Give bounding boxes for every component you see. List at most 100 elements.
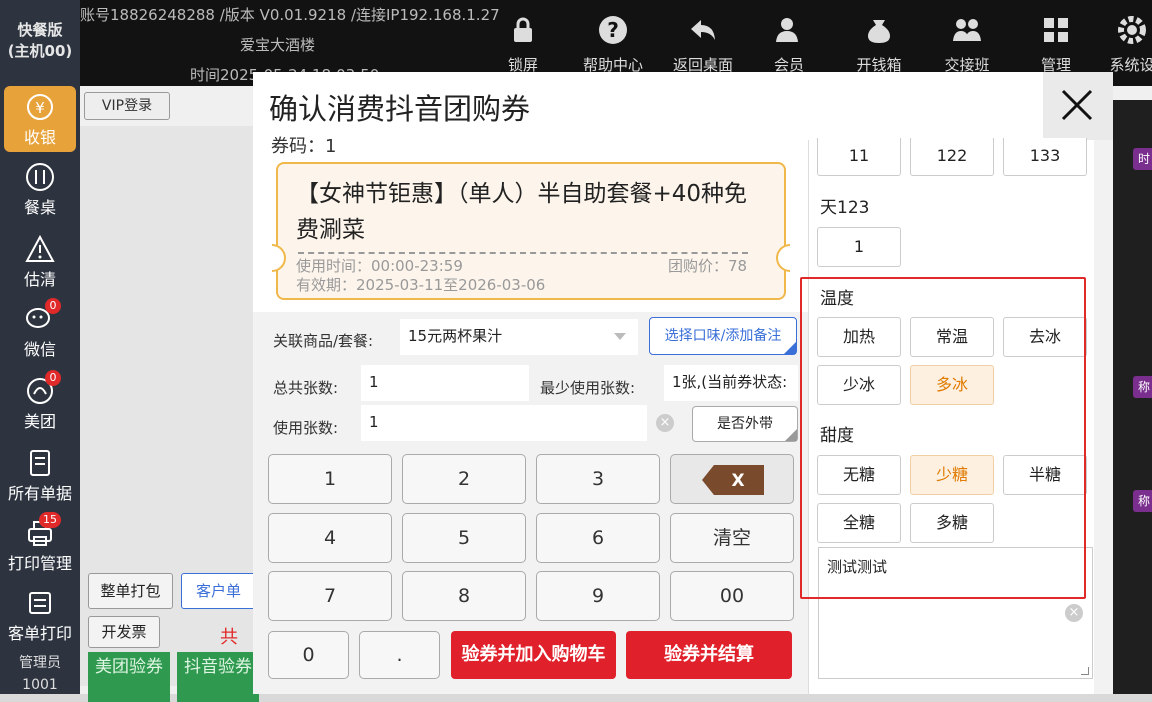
receipt-printer-icon [25,588,55,618]
sidebar-item-soldout[interactable]: 估清 [0,234,80,300]
verify-checkout-button[interactable]: 验券并结算 [626,631,792,679]
option-133[interactable]: 133 [1003,138,1087,176]
sidebar-item-meituan[interactable]: 0 美团 [0,370,80,442]
help-icon: ? [597,14,629,46]
sidebar-item-label: 美团 [23,412,56,431]
linked-product-select[interactable]: 15元两杯果汁 [400,319,638,355]
options-scroll-gutter[interactable] [1094,140,1113,694]
key-6[interactable]: 6 [536,513,660,563]
vip-login-button[interactable]: VIP登录 [84,92,170,120]
key-7[interactable]: 7 [268,571,392,621]
back-desktop-button[interactable]: 返回桌面 [660,14,746,75]
manage-button[interactable]: 管理 [1013,14,1099,75]
svg-text:?: ? [607,18,619,42]
clear-key[interactable]: 清空 [670,513,794,563]
yen-icon: ¥ [25,92,55,122]
sidebar-item-cashier[interactable]: ¥ 收银 [4,86,76,152]
account-line: 账号18826248288 /版本 V0.01.9218 /连接IP192.16… [80,6,500,24]
document-icon [25,448,55,478]
pack-all-button[interactable]: 整单打包 [88,573,173,609]
cash-box-button[interactable]: 开钱箱 [836,14,922,75]
sidebar-item-tables[interactable]: 餐桌 [0,162,80,228]
option-1[interactable]: 1 [817,227,901,267]
brand-line1: 快餐版 [17,21,63,39]
corner-triangle-icon [785,429,797,441]
takeaway-toggle[interactable]: 是否外带 [692,406,798,442]
sidebar-item-wechat[interactable]: 0 微信 [0,298,80,370]
lock-button[interactable]: 锁屏 [480,14,566,75]
key-5[interactable]: 5 [402,513,526,563]
coupon-card: 【女神节钜惠】（单人）半自助套餐+40种免费涮菜 使用时间：00:00-23:5… [272,162,790,300]
sidebar-item-label: 所有单据 [7,484,72,503]
user-id: 1001 [22,677,58,693]
sidebar-item-label: 客单打印 [7,624,72,643]
close-icon [1043,72,1113,144]
right-tag[interactable]: 时 [1133,148,1152,170]
user-role: 管理员 [19,655,61,671]
coupon-notch-right [776,244,790,272]
coupon-price: 团购价：78 [668,257,748,275]
option-122[interactable]: 122 [910,138,994,176]
meituan-verify-button[interactable]: 美团验券 [88,652,170,702]
handover-button[interactable]: 交接班 [924,14,1010,75]
handover-icon [951,14,983,46]
sidebar-item-receipt-print[interactable]: 客单打印 [0,588,80,654]
settings-button[interactable]: 系统设 [1102,14,1152,75]
cutlery-icon [25,162,55,192]
coupon-valid-period: 有效期：2025-03-11至2026-03-06 [296,276,546,294]
coupon-code: 券码：1 [271,136,337,157]
min-count-label: 最少使用张数: [540,379,636,397]
clear-icon[interactable]: × [656,414,674,432]
manage-icon [1040,14,1072,46]
key-9[interactable]: 9 [536,571,660,621]
right-tag[interactable]: 称 [1133,490,1152,512]
coupon-form: 关联商品/套餐: 15元两杯果汁 选择口味/添加备注 总共张数: 1 最少使用张… [253,312,808,694]
backspace-key[interactable]: X [670,454,794,504]
printer-icon: 15 [25,512,61,548]
key-0[interactable]: 0 [268,631,349,679]
min-count-field[interactable]: 1张,(当前券状态: [664,365,798,401]
douyin-coupon-dialog: 确认消费抖音团购券 券码：1 【女神节钜惠】（单人）半自助套餐+40种免费涮菜 … [253,72,1113,694]
coupon-use-time: 使用时间：00:00-23:59 [296,257,463,275]
member-button[interactable]: 会员 [746,14,832,75]
key-4[interactable]: 4 [268,513,392,563]
wechat-icon: 0 [25,298,61,334]
key-1[interactable]: 1 [268,454,392,504]
total-count-field[interactable]: 1 [361,365,529,401]
key-8[interactable]: 8 [402,571,526,621]
flavor-note-label: 选择口味/添加备注 [664,328,782,344]
close-button[interactable] [1043,72,1113,140]
key-3[interactable]: 3 [536,454,660,504]
flavor-note-button[interactable]: 选择口味/添加备注 [649,317,797,355]
option-11[interactable]: 11 [817,138,901,176]
key-00[interactable]: 00 [670,571,794,621]
sidebar: 快餐版 (主机00) ¥ 收银 餐桌 估清 0 微信 0 美团 所有单据 15 … [0,0,80,694]
sidebar-item-all-orders[interactable]: 所有单据 [0,448,80,514]
key-2[interactable]: 2 [402,454,526,504]
use-count-label: 使用张数: [273,419,339,437]
sidebar-item-print-manage[interactable]: 15 打印管理 [0,512,80,584]
sidebar-item-label: 微信 [23,340,56,359]
backspace-icon: X [702,465,764,513]
brand: 快餐版 (主机00) [0,20,80,62]
invoice-button[interactable]: 开发票 [88,616,160,648]
linked-product-label: 关联商品/套餐: [273,332,374,350]
meituan-icon: 0 [25,370,61,406]
corner-triangle-icon [784,342,796,354]
customer-order-button[interactable]: 客户单 [181,573,256,609]
svg-text:¥: ¥ [35,99,45,117]
sidebar-item-label: 打印管理 [7,554,72,573]
clear-note-icon[interactable]: × [1065,604,1083,622]
total-count-label: 总共张数: [273,379,339,397]
use-count-field[interactable]: 1 [361,405,647,441]
total-label: 共 [220,627,238,648]
key-dot[interactable]: . [359,631,440,679]
back-icon [687,14,719,46]
backspace-label: X [731,471,744,491]
dialog-title: 确认消费抖音团购券 [269,92,531,126]
coupon-notch-left [272,244,286,272]
right-tag[interactable]: 称 [1133,376,1152,398]
verify-add-cart-button[interactable]: 验券并加入购物车 [451,631,616,679]
help-button[interactable]: ? 帮助中心 [570,14,656,75]
douyin-verify-button[interactable]: 抖音验券 [177,652,259,702]
